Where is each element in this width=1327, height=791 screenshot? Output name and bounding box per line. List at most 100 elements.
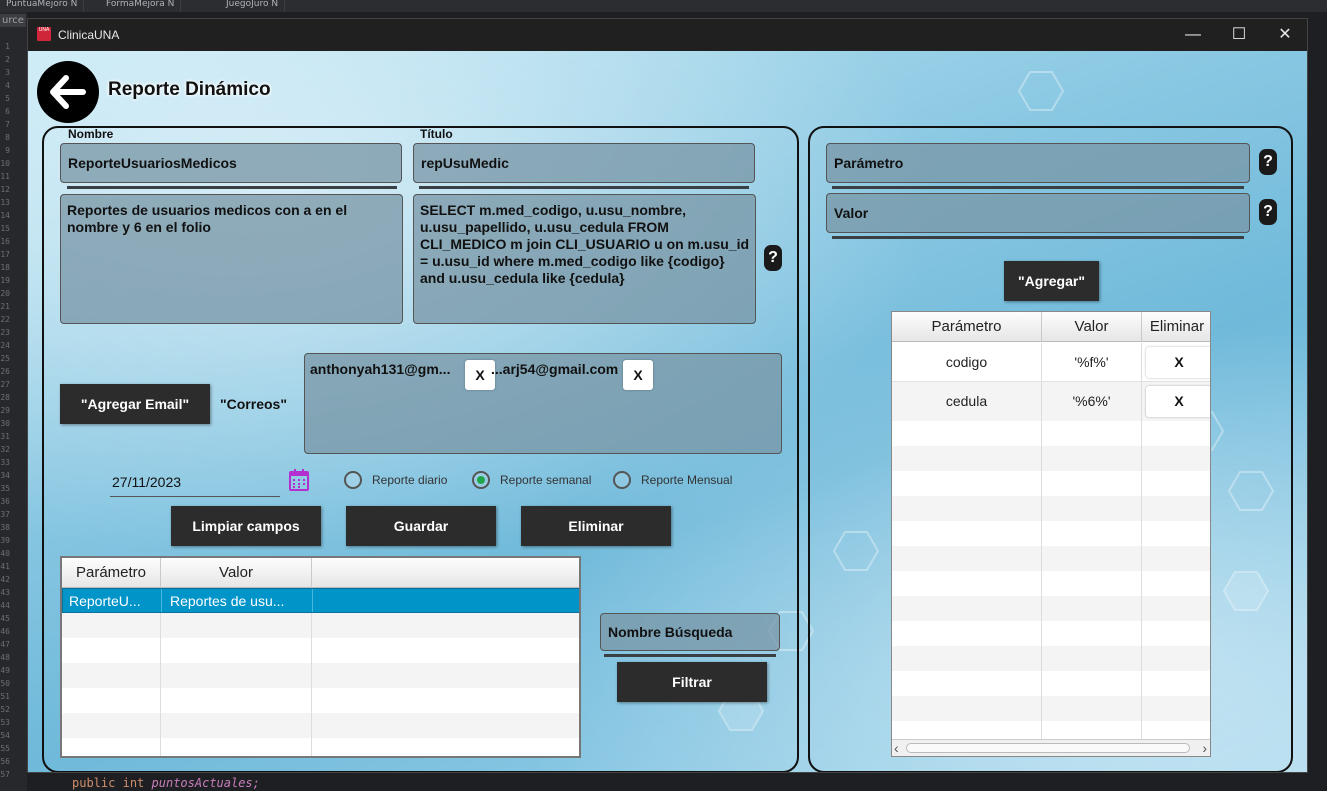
email-chip-text: anthonyah131@gm...: [310, 361, 451, 377]
radio-weekly-label: Reporte semanal: [500, 473, 592, 487]
name-field-underline: [67, 186, 397, 189]
title-field[interactable]: repUsuMedic: [413, 143, 755, 183]
delete-button[interactable]: Eliminar: [521, 506, 671, 546]
table-cell: ReporteU...: [63, 589, 162, 612]
ide-tab[interactable]: JuegoJuro N: [220, 0, 286, 12]
parameters-table[interactable]: Parámetro Valor Eliminar codigo '%f%' X …: [891, 311, 1211, 757]
table-row[interactable]: cedula '%6%' X: [892, 382, 1210, 421]
line-number: 6: [5, 107, 10, 116]
table-row[interactable]: [62, 663, 579, 688]
ide-tab[interactable]: FormaMejora N: [100, 0, 182, 12]
parameter-input[interactable]: Parámetro: [826, 143, 1250, 183]
window-titlebar[interactable]: UNA ClinicaUNA — ☐ ✕: [28, 19, 1307, 51]
minimize-button[interactable]: —: [1170, 19, 1216, 51]
line-number: 29: [0, 406, 10, 415]
column-header[interactable]: Parámetro: [892, 312, 1042, 342]
ide-source-tab[interactable]: urce: [0, 14, 26, 27]
line-number: 12: [0, 185, 10, 194]
line-number: 34: [0, 471, 10, 480]
table-row[interactable]: [892, 546, 1210, 571]
value-help-icon[interactable]: ?: [1259, 199, 1277, 225]
radio-weekly[interactable]: [472, 471, 490, 489]
horizontal-scrollbar[interactable]: ‹ ›: [892, 739, 1210, 756]
table-row[interactable]: [62, 613, 579, 638]
search-name-input[interactable]: Nombre Búsqueda: [600, 613, 780, 651]
table-row[interactable]: [62, 713, 579, 738]
name-field-value: ReporteUsuariosMedicos: [68, 155, 237, 171]
scroll-right-icon[interactable]: ›: [1202, 740, 1207, 756]
name-label: Nombre: [68, 127, 114, 141]
scroll-left-icon[interactable]: ‹: [894, 740, 899, 756]
emails-label: "Correos": [220, 396, 287, 412]
value-input[interactable]: Valor: [826, 193, 1250, 233]
parameter-help-icon[interactable]: ?: [1259, 149, 1277, 175]
back-button[interactable]: [37, 61, 99, 123]
clear-fields-button[interactable]: Limpiar campos: [171, 506, 321, 546]
table-row[interactable]: [892, 471, 1210, 496]
table-row[interactable]: [892, 696, 1210, 721]
title-field-value: repUsuMedic: [421, 155, 509, 171]
line-number: 2: [5, 55, 10, 64]
table-row[interactable]: [892, 721, 1210, 739]
line-number: 20: [0, 289, 10, 298]
date-picker-field[interactable]: 27/11/2023: [110, 467, 280, 497]
line-number: 24: [0, 341, 10, 350]
query-textarea[interactable]: SELECT m.med_codigo, u.usu_nombre, u.usu…: [413, 194, 756, 324]
maximize-button[interactable]: ☐: [1216, 19, 1262, 51]
remove-email-button[interactable]: X: [623, 360, 653, 390]
table-row[interactable]: [62, 638, 579, 663]
table-row[interactable]: [892, 671, 1210, 696]
table-row[interactable]: [892, 596, 1210, 621]
description-textarea[interactable]: Reportes de usuarios medicos con a en el…: [60, 194, 403, 324]
radio-monthly-label: Reporte Mensual: [641, 473, 733, 487]
table-row[interactable]: [892, 421, 1210, 446]
line-number: 14: [0, 211, 10, 220]
filter-button[interactable]: Filtrar: [617, 662, 767, 702]
search-field-underline: [604, 654, 776, 657]
scrollbar-thumb[interactable]: [906, 743, 1190, 753]
table-cell: '%6%': [1042, 382, 1142, 421]
table-row[interactable]: [892, 521, 1210, 546]
query-help-icon[interactable]: ?: [764, 245, 782, 271]
radio-daily[interactable]: [344, 471, 362, 489]
line-number: 18: [0, 263, 10, 272]
line-number: 26: [0, 367, 10, 376]
column-header[interactable]: Valor: [161, 558, 312, 588]
table-row[interactable]: [62, 738, 579, 756]
line-number: 28: [0, 393, 10, 402]
table-row[interactable]: [892, 646, 1210, 671]
calendar-icon[interactable]: [289, 469, 309, 491]
remove-parameter-button[interactable]: X: [1146, 386, 1210, 417]
table-cell: Reportes de usu...: [162, 589, 313, 612]
line-number: 47: [0, 640, 10, 649]
column-header[interactable]: Parámetro: [62, 558, 161, 588]
table-row[interactable]: [892, 446, 1210, 471]
line-number: 19: [0, 276, 10, 285]
window-title: ClinicaUNA: [58, 28, 120, 42]
table-row[interactable]: [892, 621, 1210, 646]
table-row[interactable]: [892, 571, 1210, 596]
table-row-selected[interactable]: ReporteU... Reportes de usu...: [62, 588, 579, 613]
line-number: 25: [0, 354, 10, 363]
column-header[interactable]: Eliminar: [1142, 312, 1210, 342]
remove-parameter-button[interactable]: X: [1146, 347, 1210, 378]
add-parameter-button[interactable]: "Agregar": [1004, 261, 1099, 301]
line-number: 3: [5, 68, 10, 77]
line-number: 5: [5, 94, 10, 103]
table-header: Parámetro Valor: [62, 558, 579, 588]
radio-monthly[interactable]: [613, 471, 631, 489]
table-row[interactable]: [892, 496, 1210, 521]
line-number: 21: [0, 302, 10, 311]
table-row[interactable]: codigo '%f%' X: [892, 343, 1210, 382]
value-input-placeholder: Valor: [834, 205, 869, 221]
column-header[interactable]: Valor: [1042, 312, 1142, 342]
add-email-button[interactable]: "Agregar Email": [60, 384, 210, 424]
ide-tab-bar: PuntuaMejoro N FormaMejora N JuegoJuro N: [0, 0, 1327, 12]
ide-tab[interactable]: PuntuaMejoro N: [0, 0, 85, 12]
close-button[interactable]: ✕: [1262, 19, 1307, 51]
name-field[interactable]: ReporteUsuariosMedicos: [60, 143, 402, 183]
save-button[interactable]: Guardar: [346, 506, 496, 546]
table-row[interactable]: [62, 688, 579, 713]
reports-table[interactable]: Parámetro Valor ReporteU... Reportes de …: [60, 556, 581, 758]
arrow-left-icon: [50, 75, 86, 109]
